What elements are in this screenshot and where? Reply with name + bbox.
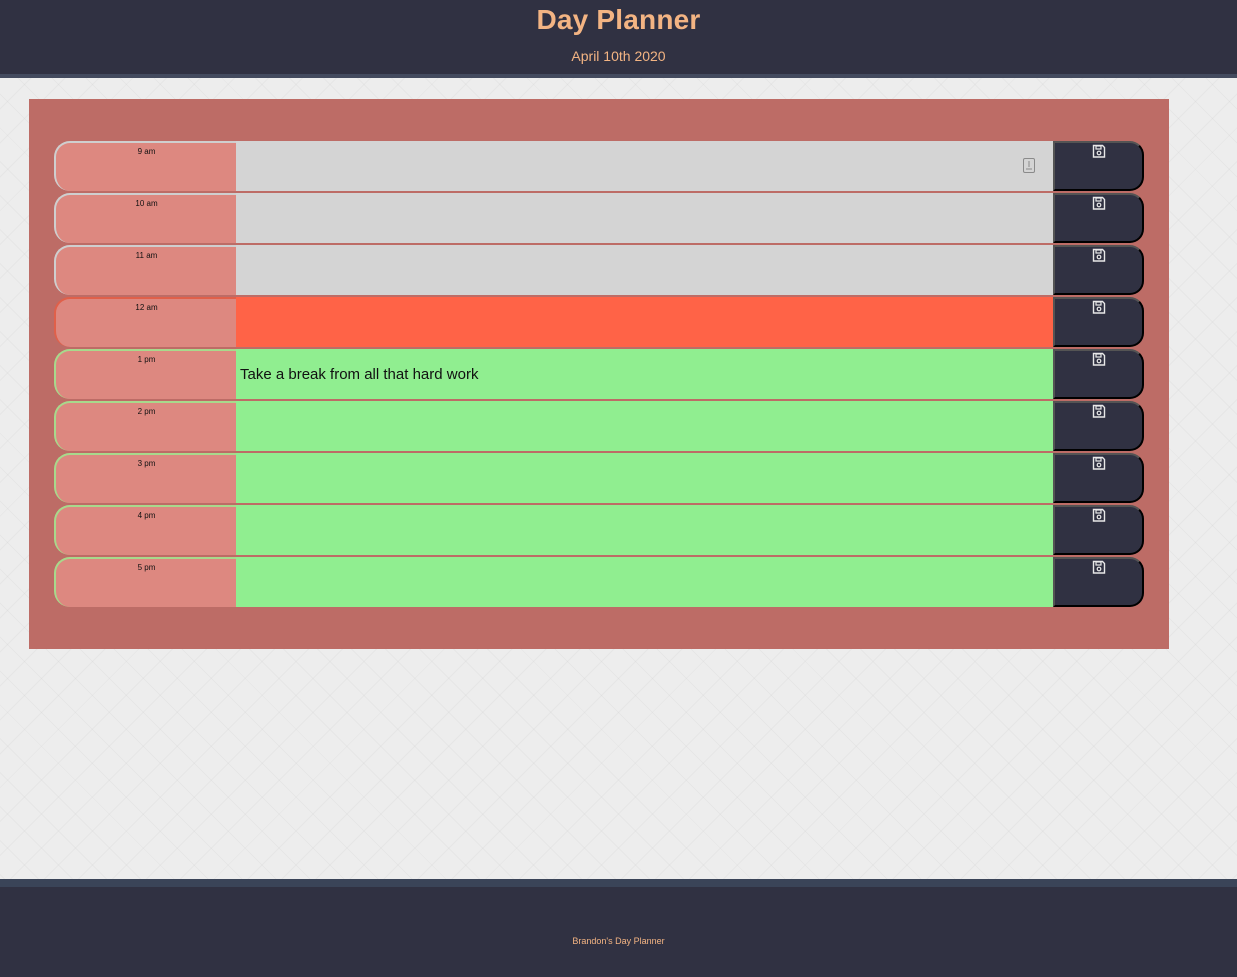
save-button[interactable] xyxy=(1053,557,1144,607)
time-block-row: 2 pm xyxy=(54,401,1144,451)
hour-label: 4 pm xyxy=(54,505,237,555)
hour-label: 9 am xyxy=(54,141,237,191)
hour-label: 10 am xyxy=(54,193,237,243)
footer-credit: Brandon's Day Planner xyxy=(572,936,665,946)
floppy-disk-icon xyxy=(1092,196,1105,210)
task-input[interactable] xyxy=(236,505,1053,555)
save-button[interactable] xyxy=(1053,245,1144,295)
task-input[interactable] xyxy=(236,245,1053,295)
planner-container: 9 am 10 am 11 am 12 am 1 pm Take a break… xyxy=(29,99,1169,649)
floppy-disk-icon xyxy=(1092,144,1105,158)
task-input[interactable] xyxy=(236,401,1053,451)
hour-label: 2 pm xyxy=(54,401,237,451)
save-button[interactable] xyxy=(1053,505,1144,555)
page-header: Day Planner April 10th 2020 xyxy=(0,0,1237,78)
floppy-disk-icon xyxy=(1092,248,1105,262)
floppy-disk-icon xyxy=(1092,352,1105,366)
time-block-row: 5 pm xyxy=(54,557,1144,607)
textarea-resize-icon[interactable] xyxy=(1023,158,1035,173)
save-button[interactable] xyxy=(1053,193,1144,243)
hour-label: 12 am xyxy=(54,297,237,347)
time-block-row: 4 pm xyxy=(54,505,1144,555)
hour-label: 5 pm xyxy=(54,557,237,607)
time-block-row: 10 am xyxy=(54,193,1144,243)
time-block-row: 3 pm xyxy=(54,453,1144,503)
save-button[interactable] xyxy=(1053,141,1144,191)
task-input[interactable]: Take a break from all that hard work xyxy=(236,349,1053,399)
save-button[interactable] xyxy=(1053,297,1144,347)
hour-label: 3 pm xyxy=(54,453,237,503)
time-block-row: 1 pm Take a break from all that hard wor… xyxy=(54,349,1144,399)
save-button[interactable] xyxy=(1053,401,1144,451)
page-footer: Brandon's Day Planner xyxy=(0,879,1237,977)
save-button[interactable] xyxy=(1053,453,1144,503)
task-input[interactable] xyxy=(236,557,1053,607)
task-input[interactable] xyxy=(236,193,1053,243)
save-button[interactable] xyxy=(1053,349,1144,399)
time-block-row: 12 am xyxy=(54,297,1144,347)
floppy-disk-icon xyxy=(1092,560,1105,574)
task-input[interactable] xyxy=(236,297,1053,347)
current-date: April 10th 2020 xyxy=(571,48,666,64)
floppy-disk-icon xyxy=(1092,456,1105,470)
hour-label: 1 pm xyxy=(54,349,237,399)
time-block-row: 9 am xyxy=(54,141,1144,191)
page-title: Day Planner xyxy=(536,4,701,35)
task-input[interactable] xyxy=(236,141,1053,191)
hour-label: 11 am xyxy=(54,245,237,295)
floppy-disk-icon xyxy=(1092,508,1105,522)
floppy-disk-icon xyxy=(1092,300,1105,314)
time-block-row: 11 am xyxy=(54,245,1144,295)
task-input[interactable] xyxy=(236,453,1053,503)
floppy-disk-icon xyxy=(1092,404,1105,418)
